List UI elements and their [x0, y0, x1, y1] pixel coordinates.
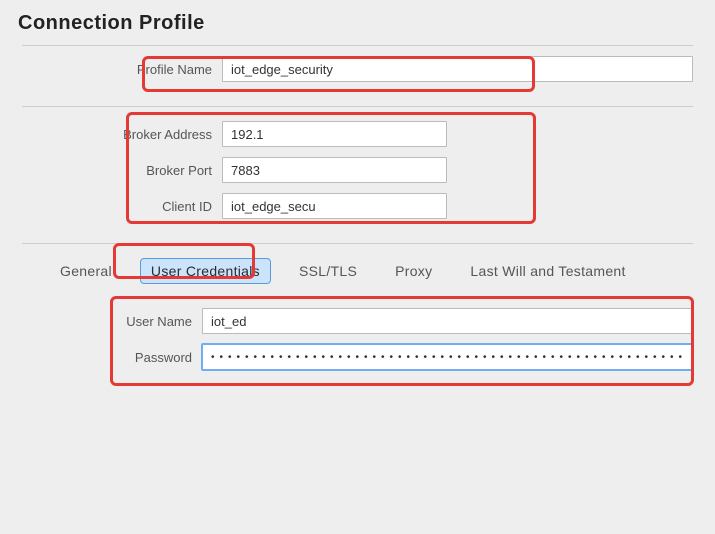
- password-label: Password: [22, 350, 202, 365]
- broker-port-input[interactable]: [222, 157, 447, 183]
- broker-address-input[interactable]: [222, 121, 447, 147]
- section-divider-1: [22, 106, 693, 107]
- profile-name-label: Profile Name: [22, 62, 222, 77]
- broker-port-label: Broker Port: [22, 163, 222, 178]
- client-id-label: Client ID: [22, 199, 222, 214]
- profile-name-row: Profile Name: [22, 56, 693, 82]
- client-id-row: Client ID: [22, 193, 693, 219]
- broker-address-label: Broker Address: [22, 127, 222, 142]
- broker-port-row: Broker Port: [22, 157, 693, 183]
- tab-user-credentials[interactable]: User Credentials: [140, 258, 271, 284]
- tab-general[interactable]: General: [50, 258, 122, 284]
- username-input[interactable]: [202, 308, 693, 334]
- section-divider-2: [22, 243, 693, 244]
- tab-proxy[interactable]: Proxy: [385, 258, 442, 284]
- broker-address-row: Broker Address: [22, 121, 693, 147]
- username-row: User Name: [22, 308, 693, 334]
- title-divider: [22, 45, 693, 46]
- username-label: User Name: [22, 314, 202, 329]
- password-row: Password: [22, 344, 693, 370]
- broker-section: Broker Address Broker Port Client ID: [6, 121, 709, 239]
- connection-profile-panel: Connection Profile Profile Name Broker A…: [6, 6, 709, 528]
- profile-name-input[interactable]: [222, 56, 693, 82]
- password-input[interactable]: [202, 344, 693, 370]
- tab-ssl-tls[interactable]: SSL/TLS: [289, 258, 367, 284]
- profile-name-section: Profile Name: [6, 56, 709, 102]
- credentials-section: User Name Password: [6, 308, 709, 390]
- page-title: Connection Profile: [6, 6, 709, 43]
- tab-lwt[interactable]: Last Will and Testament: [460, 258, 635, 284]
- tabs-bar: General User Credentials SSL/TLS Proxy L…: [6, 258, 709, 284]
- client-id-input[interactable]: [222, 193, 447, 219]
